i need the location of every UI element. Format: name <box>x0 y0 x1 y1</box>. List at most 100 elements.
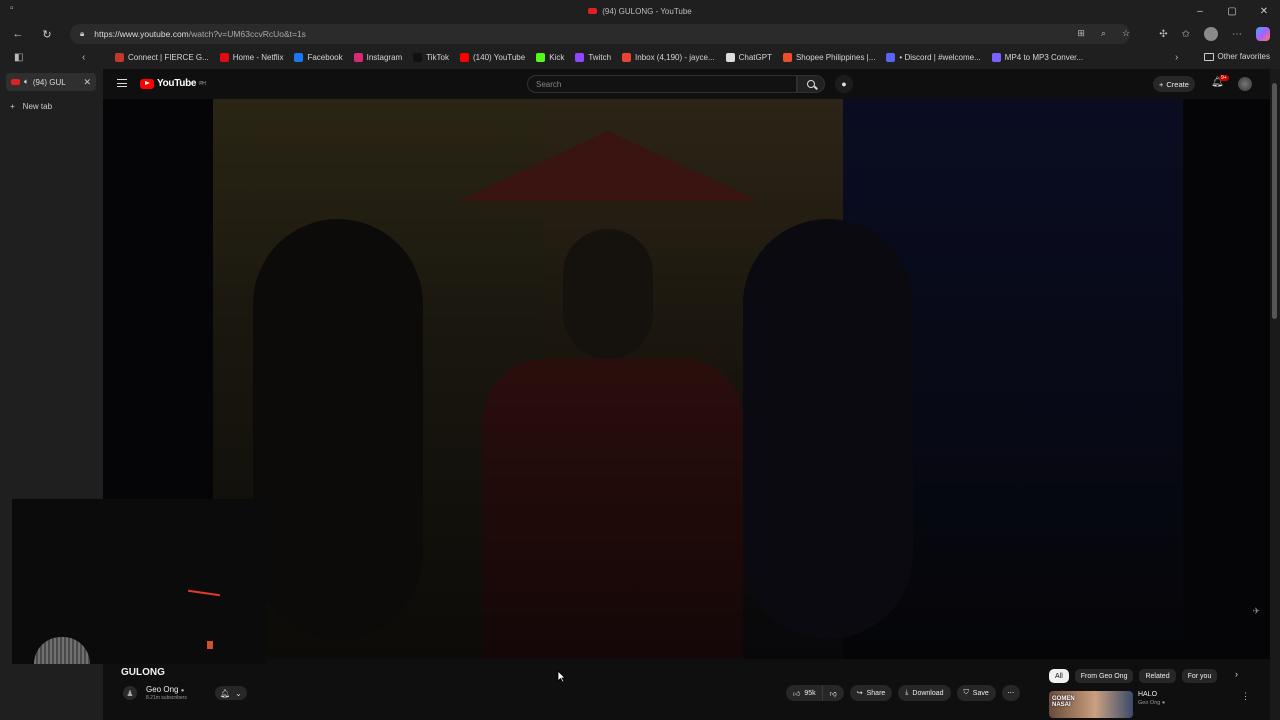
recommended-title[interactable]: HALO <box>1138 691 1165 698</box>
menu-icon[interactable] <box>117 79 127 87</box>
tab-youtube[interactable]: 🔈︎ (94) GUL ✕ <box>6 73 96 91</box>
filter-chip[interactable]: For you <box>1181 669 1218 683</box>
close-window-icon[interactable]: ✕ <box>1248 0 1280 22</box>
page-scrollbar[interactable] <box>1270 69 1280 720</box>
favorite-item[interactable]: Facebook <box>294 53 343 62</box>
refresh-icon[interactable]: ↻ <box>39 26 55 42</box>
user-avatar[interactable] <box>1238 77 1252 91</box>
favorite-label: Connect | FIERCE G... <box>128 53 209 62</box>
favorite-label: Instagram <box>366 53 403 62</box>
favorites-icon[interactable]: ✩ <box>1182 29 1190 40</box>
recommended-thumbnail[interactable]: GOMEN NASAI <box>1049 691 1133 718</box>
favorite-favicon-icon <box>536 53 546 62</box>
dislike-button[interactable]: 👎︎ <box>821 685 844 701</box>
channel-avatar[interactable]: ♟ <box>123 686 137 700</box>
favorite-favicon-icon <box>725 53 735 62</box>
subscribed-bell-button[interactable]: 🔔︎ ⌄ <box>215 686 247 700</box>
favorite-item[interactable]: Shopee Philippines |... <box>782 53 875 62</box>
favorite-item[interactable]: MP4 to MP3 Conver... <box>991 53 1084 62</box>
address-bar-row: ← ↻ 🔒︎ https://www.youtube.com/watch?v=U… <box>0 22 1280 47</box>
search-input[interactable]: Search <box>527 75 797 93</box>
webcam-overlay <box>12 499 267 664</box>
restore-icon[interactable]: ▢ <box>1216 0 1248 22</box>
favorite-favicon-icon <box>991 53 1001 62</box>
favorite-star-icon[interactable]: ☆ <box>1122 28 1130 39</box>
recommended-menu-icon[interactable]: ⋮ <box>1241 691 1250 702</box>
recommended-video[interactable]: GOMEN NASAI HALO Geo Ong ● <box>1049 691 1165 718</box>
app-available-icon[interactable]: ⊞ <box>1077 28 1085 39</box>
plus-icon: + <box>1159 79 1164 89</box>
filter-chip[interactable]: Related <box>1139 669 1176 683</box>
favorite-favicon-icon <box>886 53 896 62</box>
youtube-logo[interactable]: YouTube PH <box>140 78 206 89</box>
scrollbar-thumb[interactable] <box>1272 83 1277 319</box>
video-player[interactable]: ✈ <box>103 99 1270 659</box>
copilot-icon[interactable] <box>1256 27 1270 41</box>
zoom-icon[interactable]: ⌕ <box>1101 28 1106 39</box>
favorite-favicon-icon <box>413 53 423 62</box>
save-button[interactable]: ⛉ Save <box>956 685 996 701</box>
share-button[interactable]: ↪ Share <box>849 685 893 701</box>
sidebar-toggle-icon[interactable]: ◧ <box>14 52 23 63</box>
favorite-item[interactable]: Twitch <box>575 53 611 62</box>
filter-chips: All From Geo Ong Related For you <box>1049 669 1218 683</box>
url-field[interactable]: 🔒︎ https://www.youtube.com/watch?v=UM63c… <box>70 24 1130 44</box>
filter-chip[interactable]: All <box>1049 669 1069 683</box>
video-info: GULONG ♟ Geo Ong ● 8.21m subscribers 🔔︎ … <box>103 659 1270 720</box>
voice-search-button[interactable]: ● <box>835 75 853 93</box>
favorite-item[interactable]: (140) YouTube <box>460 53 525 62</box>
more-actions-button[interactable]: ⋯ <box>1001 685 1020 701</box>
like-count: 95k <box>804 689 816 697</box>
new-tab-button[interactable]: + New tab <box>10 102 52 111</box>
back-icon[interactable]: ← <box>10 26 26 42</box>
favorite-label: • Discord | #welcome... <box>899 53 981 62</box>
chips-next-icon[interactable]: › <box>1235 669 1238 679</box>
thumbs-up-icon: 👍︎ <box>793 690 801 698</box>
plus-icon: + <box>10 102 15 111</box>
recommended-channel: Geo Ong ● <box>1138 700 1166 706</box>
create-label: Create <box>1166 79 1189 89</box>
minimize-icon[interactable]: – <box>1184 0 1216 22</box>
new-tab-label: New tab <box>22 102 53 111</box>
favorites-scroll-right-icon[interactable]: › <box>1175 52 1178 63</box>
video-figure-left <box>253 219 423 639</box>
save-label: Save <box>972 689 989 697</box>
like-button[interactable]: 👍︎ 95k <box>786 685 822 701</box>
speaker-icon[interactable]: 🔈︎ <box>24 77 29 87</box>
favorite-item[interactable]: Kick <box>536 53 564 62</box>
more-options-icon[interactable]: ⋯ <box>1232 29 1242 40</box>
download-button[interactable]: ⤓ Download <box>898 685 951 701</box>
channel-name[interactable]: Geo Ong ● <box>146 685 184 694</box>
favorite-favicon-icon <box>294 53 304 62</box>
favorite-item[interactable]: Connect | FIERCE G... <box>115 53 209 62</box>
video-figure-graduate <box>483 359 743 659</box>
browser-menu-icon[interactable]: ▫ <box>10 3 14 14</box>
download-icon: ⤓ <box>905 689 909 696</box>
favorite-item[interactable]: • Discord | #welcome... <box>886 53 981 62</box>
favorite-favicon-icon <box>353 53 363 62</box>
thumbs-down-icon: 👎︎ <box>829 690 837 698</box>
filter-chip[interactable]: From Geo Ong <box>1074 669 1134 683</box>
favorites-scroll-left-icon[interactable]: ‹ <box>82 52 85 63</box>
profile-avatar[interactable] <box>1204 27 1218 41</box>
favorite-item[interactable]: Home - Netflix <box>219 53 283 62</box>
favorite-label: ChatGPT <box>738 53 772 62</box>
favorite-item[interactable]: ChatGPT <box>725 53 772 62</box>
search-button[interactable] <box>797 75 825 93</box>
close-tab-icon[interactable]: ✕ <box>83 77 91 88</box>
extensions-icon[interactable]: ✣ <box>1159 29 1167 40</box>
video-figure-head <box>563 229 653 359</box>
create-button[interactable]: + Create <box>1153 76 1195 92</box>
favorite-label: Twitch <box>588 53 612 62</box>
favorite-item[interactable]: Inbox (4,190) - jayce... <box>622 53 715 62</box>
video-title: GULONG <box>121 667 165 678</box>
search-icon <box>807 80 815 88</box>
other-favorites-button[interactable]: Other favorites <box>1203 52 1270 61</box>
recommended-channel-text: Geo Ong <box>1138 700 1161 706</box>
favorite-label: MP4 to MP3 Conver... <box>1004 53 1084 62</box>
favorite-item[interactable]: TikTok <box>413 53 449 62</box>
favorite-favicon-icon <box>115 53 124 62</box>
share-label: Share <box>866 689 886 697</box>
favorite-favicon-icon <box>575 53 585 62</box>
favorite-item[interactable]: Instagram <box>353 53 403 62</box>
